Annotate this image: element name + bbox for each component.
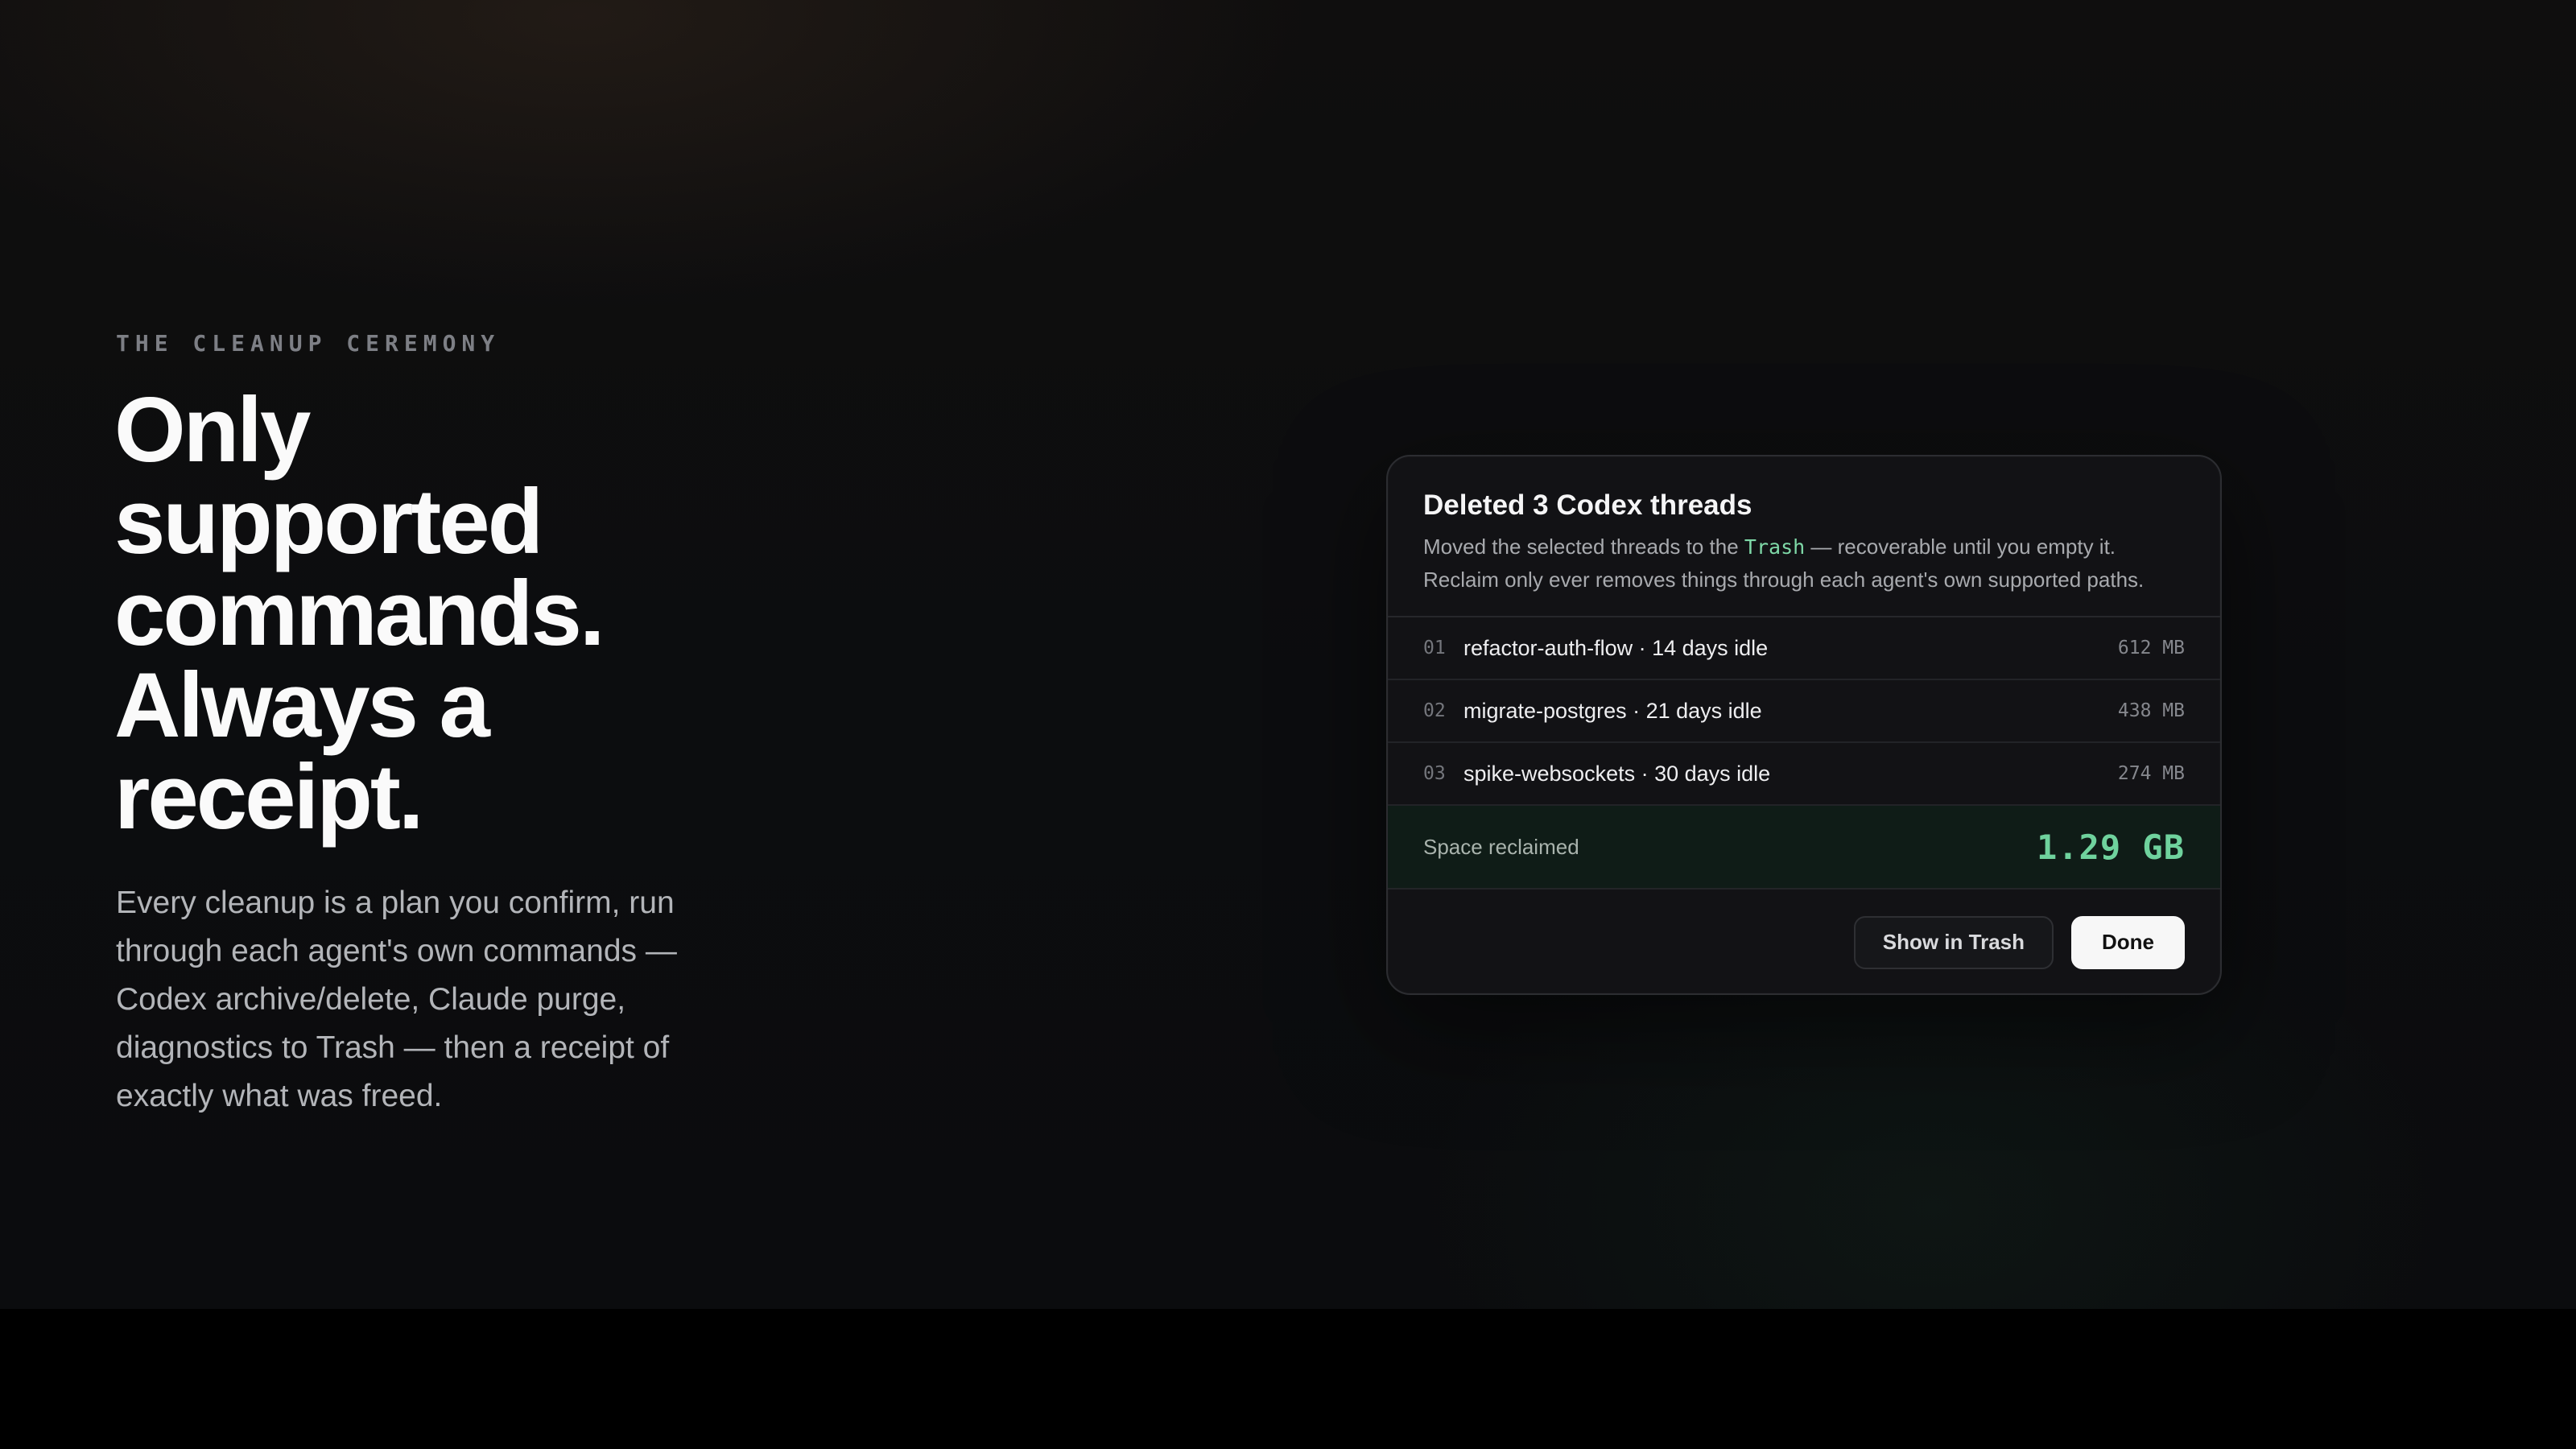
space-reclaimed-value: 1.29 GB — [2036, 827, 2185, 867]
receipt-title: Deleted 3 Codex threads — [1423, 489, 1752, 521]
section-eyebrow: THE CLEANUP CEREMONY — [116, 330, 501, 357]
space-reclaimed-row: Space reclaimed 1.29 GB — [1388, 806, 2220, 890]
thread-size: 438 MB — [2117, 700, 2185, 721]
thread-index: 02 — [1423, 700, 1446, 721]
space-reclaimed-label: Space reclaimed — [1423, 834, 1579, 859]
thread-name: migrate-postgres · 21 days idle — [1463, 698, 1762, 723]
receipt-desc-line2: Reclaim only ever removes things through… — [1423, 568, 2145, 592]
receipt-header: Deleted 3 Codex threads Moved the select… — [1388, 456, 2220, 617]
thread-row: 03 spike-websockets · 30 days idle 274 M… — [1388, 743, 2220, 806]
receipt-description: Moved the selected threads to the Trash … — [1423, 530, 2185, 596]
hero-section: THE CLEANUP CEREMONY Only supported comm… — [0, 0, 2576, 1309]
thread-row: 02 migrate-postgres · 21 days idle 438 M… — [1388, 680, 2220, 743]
thread-size: 274 MB — [2117, 763, 2185, 784]
thread-index: 01 — [1423, 638, 1446, 658]
trash-code-label: Trash — [1744, 535, 1806, 559]
show-in-trash-button[interactable]: Show in Trash — [1853, 915, 2054, 969]
receipt-desc-text: — recoverable until you empty it. — [1805, 535, 2116, 559]
done-button[interactable]: Done — [2071, 915, 2185, 969]
receipt-actions: Show in Trash Done — [1388, 890, 2220, 993]
hero-body: Every cleanup is a plan you confirm, run… — [116, 886, 677, 1113]
thread-index: 03 — [1423, 763, 1446, 784]
thread-name: refactor-auth-flow · 14 days idle — [1463, 635, 1769, 660]
thread-size: 612 MB — [2117, 638, 2185, 658]
thread-row: 01 refactor-auth-flow · 14 days idle 612… — [1388, 617, 2220, 680]
footer-band — [0, 1309, 2576, 1449]
thread-name: spike-websockets · 30 days idle — [1463, 761, 1771, 786]
cleanup-receipt-card: Deleted 3 Codex threads Moved the select… — [1386, 455, 2222, 995]
hero-headline: Only supported commands. Always a receip… — [114, 379, 605, 848]
receipt-desc-text: Moved the selected threads to the — [1423, 535, 1744, 559]
